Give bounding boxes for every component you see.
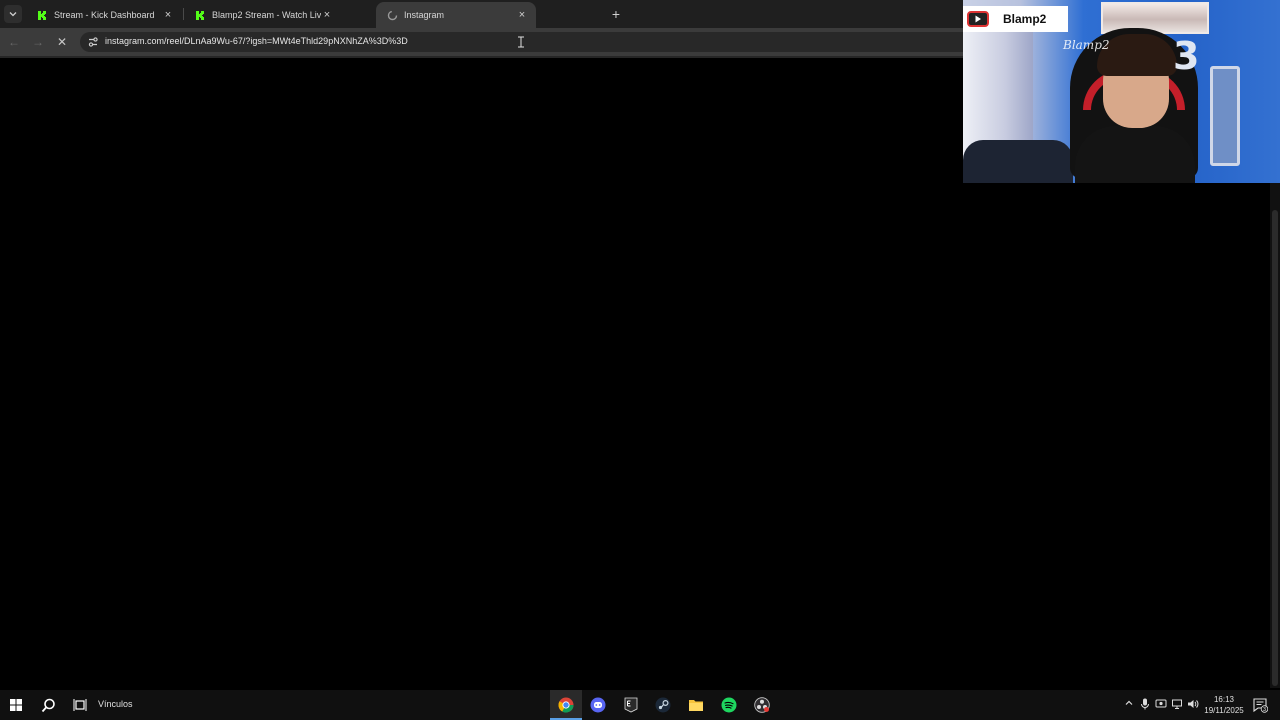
search-icon[interactable] [38, 695, 58, 715]
youtube-icon [967, 11, 989, 27]
cam-balloon-number: 3 [1173, 34, 1200, 78]
links-toolbar-label[interactable]: Vínculos [98, 699, 133, 709]
cam-wall-logo: Blamp2 [1063, 38, 1110, 52]
kick-icon [194, 9, 206, 21]
screen: Stream - Kick Dashboard × Blamp2 Stream … [0, 0, 1280, 720]
tab-blamp2-stream[interactable]: Blamp2 Stream - Watch Live on × [184, 2, 341, 28]
discord-icon[interactable] [588, 695, 608, 715]
windows-start-icon[interactable] [6, 695, 26, 715]
new-tab-button[interactable]: + [608, 6, 624, 22]
show-hidden-icons[interactable] [1124, 698, 1134, 713]
url-text: instagram.com/reel/DLnAa9Wu-67/?igsh=MWt… [105, 36, 408, 46]
tab-search-button[interactable] [4, 5, 22, 23]
volume-icon[interactable] [1187, 698, 1199, 715]
chrome-icon[interactable] [556, 695, 576, 715]
channel-name: Blamp2 [1003, 12, 1047, 26]
taskbar: Vínculos 16:13 19/11/2025 3 [0, 690, 1280, 720]
obs-icon[interactable] [752, 695, 772, 715]
kick-icon [36, 9, 48, 21]
spotify-icon[interactable] [719, 695, 739, 715]
cam-couch [963, 140, 1073, 183]
cam-person-shirt [1075, 126, 1195, 183]
epic-games-icon[interactable] [621, 695, 641, 715]
close-icon[interactable]: × [516, 9, 528, 21]
stop-loading-button[interactable]: ✕ [54, 34, 70, 50]
forward-button[interactable]: → [30, 34, 46, 50]
microphone-icon[interactable] [1140, 698, 1150, 715]
close-icon[interactable]: × [321, 9, 333, 21]
clock-time: 16:13 [1213, 695, 1235, 704]
back-button[interactable]: ← [6, 34, 22, 50]
loading-globe-icon [386, 9, 398, 21]
network-icon[interactable] [1171, 698, 1183, 715]
tab-kick-dashboard[interactable]: Stream - Kick Dashboard × [26, 2, 182, 28]
system-clock[interactable]: 16:13 19/11/2025 [1200, 694, 1248, 716]
site-settings-icon[interactable] [86, 35, 100, 49]
notification-center-icon[interactable]: 3 [1252, 697, 1269, 713]
text-cursor-icon [517, 36, 525, 48]
chevron-down-icon [9, 12, 17, 17]
screen-capture-icon[interactable] [1155, 698, 1167, 715]
tab-title: Instagram [404, 10, 445, 20]
chevron-up-icon [1125, 700, 1133, 705]
close-icon[interactable]: × [162, 9, 174, 21]
channel-badge: Blamp2 [963, 6, 1068, 32]
tab-title: Blamp2 Stream - Watch Live on [212, 10, 321, 20]
tab-instagram[interactable]: Instagram × [376, 2, 536, 28]
tab-title: Stream - Kick Dashboard [54, 10, 155, 20]
notification-count: 3 [1263, 707, 1266, 713]
cam-mirror [1210, 66, 1240, 166]
task-view-icon[interactable] [70, 695, 90, 715]
file-explorer-icon[interactable] [686, 695, 706, 715]
clock-date: 19/11/2025 [1204, 706, 1244, 715]
scrollbar-thumb[interactable] [1272, 210, 1278, 686]
steam-icon[interactable] [653, 695, 673, 715]
